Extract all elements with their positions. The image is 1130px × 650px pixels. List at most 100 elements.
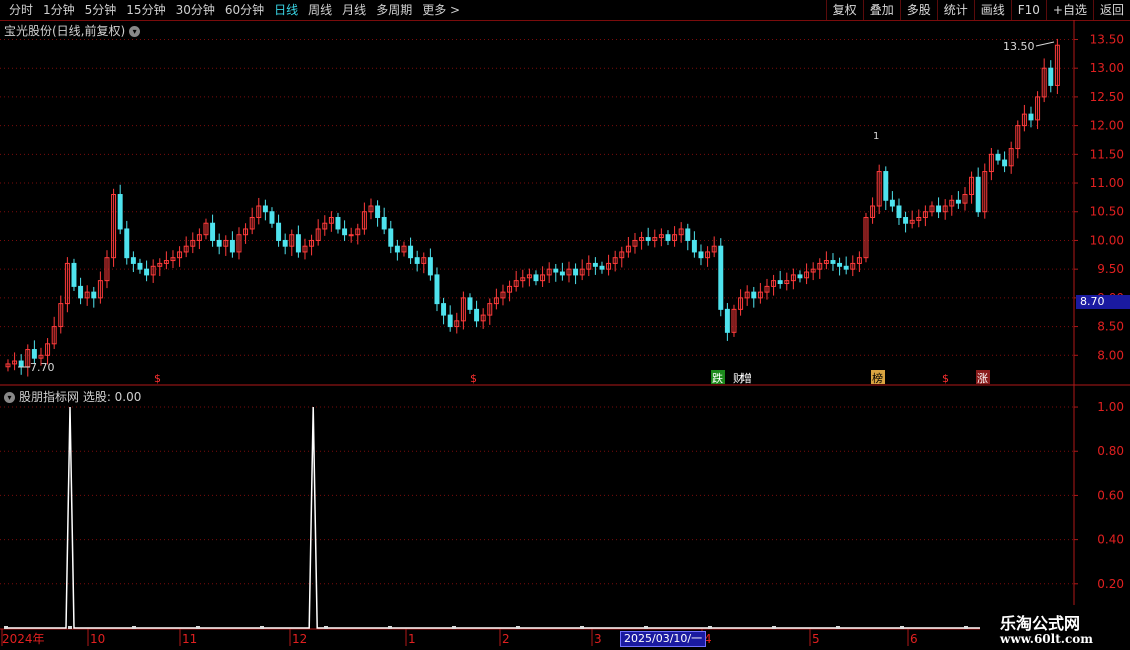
date-label-2: 11 <box>182 632 197 646</box>
candle-body <box>691 239 697 253</box>
current-price-label: 8.70 <box>1076 295 1130 309</box>
ind-y-tick-label-0: 0.20 <box>1097 577 1124 591</box>
candle-body <box>427 257 433 276</box>
candle-body <box>210 222 216 241</box>
indicator-dot <box>900 626 904 629</box>
candle-body <box>375 205 381 218</box>
candle-body <box>388 228 394 247</box>
event-tag-5: 榜 <box>872 371 883 385</box>
candle-body <box>665 234 671 241</box>
indicator-dot <box>196 626 200 629</box>
candle-body <box>797 274 803 279</box>
date-label-9: 6 <box>910 632 918 646</box>
candle-body <box>282 239 288 247</box>
indicator-dot <box>836 626 840 629</box>
candle-body <box>414 257 420 264</box>
indicator-dot <box>580 626 584 629</box>
event-tag-7: 涨 <box>977 372 988 385</box>
indicator-dot <box>516 626 520 629</box>
candle-body <box>216 239 222 247</box>
candle-body <box>394 245 400 253</box>
y-tick-label-0: 8.00 <box>1097 348 1124 362</box>
candle-body <box>381 216 387 230</box>
indicator-dot <box>324 626 328 629</box>
indicator-dot <box>452 626 456 629</box>
date-label-8: 5 <box>812 632 820 646</box>
chevron-down-icon[interactable]: ▾ <box>4 392 15 403</box>
indicator-dot <box>4 626 8 629</box>
indicator-dot <box>964 626 968 629</box>
candle-body <box>117 194 123 230</box>
candle-body <box>1048 67 1054 86</box>
indicator-dot <box>260 626 264 629</box>
date-label-4: 1 <box>408 632 416 646</box>
y-tick-label-10: 13.00 <box>1090 61 1124 75</box>
y-tick-label-4: 10.00 <box>1090 233 1124 247</box>
watermark-title: 乐淘公式网 <box>1000 614 1081 633</box>
indicator-dot <box>772 626 776 629</box>
y-tick-label-1: 8.50 <box>1097 320 1124 334</box>
marker-1: 1 <box>873 131 879 142</box>
candle-body <box>592 262 598 267</box>
candle-body <box>91 291 97 299</box>
candle-body <box>137 262 143 270</box>
high-arrow <box>1035 41 1055 47</box>
candle-body <box>843 265 849 270</box>
indicator-dot <box>644 626 648 629</box>
candle-body <box>434 274 440 305</box>
candle-body <box>777 280 783 285</box>
candle-body <box>903 216 909 224</box>
candle-body <box>936 205 942 213</box>
candle-body <box>698 251 704 259</box>
ind-y-tick-label-4: 1.00 <box>1097 400 1124 414</box>
ind-y-tick-label-1: 0.40 <box>1097 533 1124 547</box>
candle-body <box>995 153 1001 161</box>
candle-body <box>18 360 24 368</box>
event-tag-0: $ <box>154 372 161 385</box>
date-label-6: 3 <box>594 632 602 646</box>
candle-body <box>467 297 473 310</box>
indicator-dot <box>708 626 712 629</box>
candle-body <box>685 228 691 241</box>
candle-body <box>269 211 275 224</box>
candle-body <box>348 234 354 237</box>
ind-y-tick-label-2: 0.60 <box>1097 488 1124 502</box>
candle-body <box>559 271 565 276</box>
candle-body <box>573 268 579 276</box>
candle-body <box>31 349 37 359</box>
date-highlight: 2025/03/10/一 <box>620 631 707 647</box>
y-tick-label-7: 11.50 <box>1090 147 1124 161</box>
candle-body <box>975 176 981 213</box>
y-tick-label-9: 12.50 <box>1090 90 1124 104</box>
candle-body <box>229 239 235 253</box>
candle-body <box>130 257 136 264</box>
indicator-dot <box>388 626 392 629</box>
indicator-title-text: 股朋指标网 选股: 0.00 <box>19 390 142 404</box>
candle-body <box>335 216 341 230</box>
candle-body <box>474 308 480 322</box>
y-tick-label-6: 11.00 <box>1090 176 1124 190</box>
indicator-dot <box>132 626 136 629</box>
candle-body <box>718 245 724 310</box>
watermark-url: www.60lt.com <box>1000 632 1093 646</box>
candle-body <box>599 265 605 270</box>
y-tick-label-5: 10.50 <box>1090 205 1124 219</box>
candle-body <box>408 245 414 259</box>
candle-body <box>751 291 757 299</box>
event-tag-2: 跌 <box>712 371 723 385</box>
date-label-3: 12 <box>292 632 307 646</box>
candle-body <box>447 314 453 328</box>
ind-y-tick-label-3: 0.80 <box>1097 444 1124 458</box>
date-label-1: 10 <box>90 632 105 646</box>
candle-body <box>724 308 730 333</box>
main-chart[interactable]: 8.008.509.009.5010.0010.5011.0011.5012.0… <box>0 0 1130 650</box>
high-label: 13.50 <box>1003 40 1035 53</box>
candle-body <box>553 268 559 273</box>
candle-body <box>1028 113 1034 121</box>
indicator-title: ▾ 股朋指标网 选股: 0.00 <box>4 388 141 405</box>
y-tick-label-8: 12.00 <box>1090 119 1124 133</box>
low-label: 7.70 <box>30 361 55 374</box>
candle-body <box>1002 159 1008 167</box>
candle-body <box>896 205 902 218</box>
y-tick-label-11: 13.50 <box>1090 32 1124 46</box>
